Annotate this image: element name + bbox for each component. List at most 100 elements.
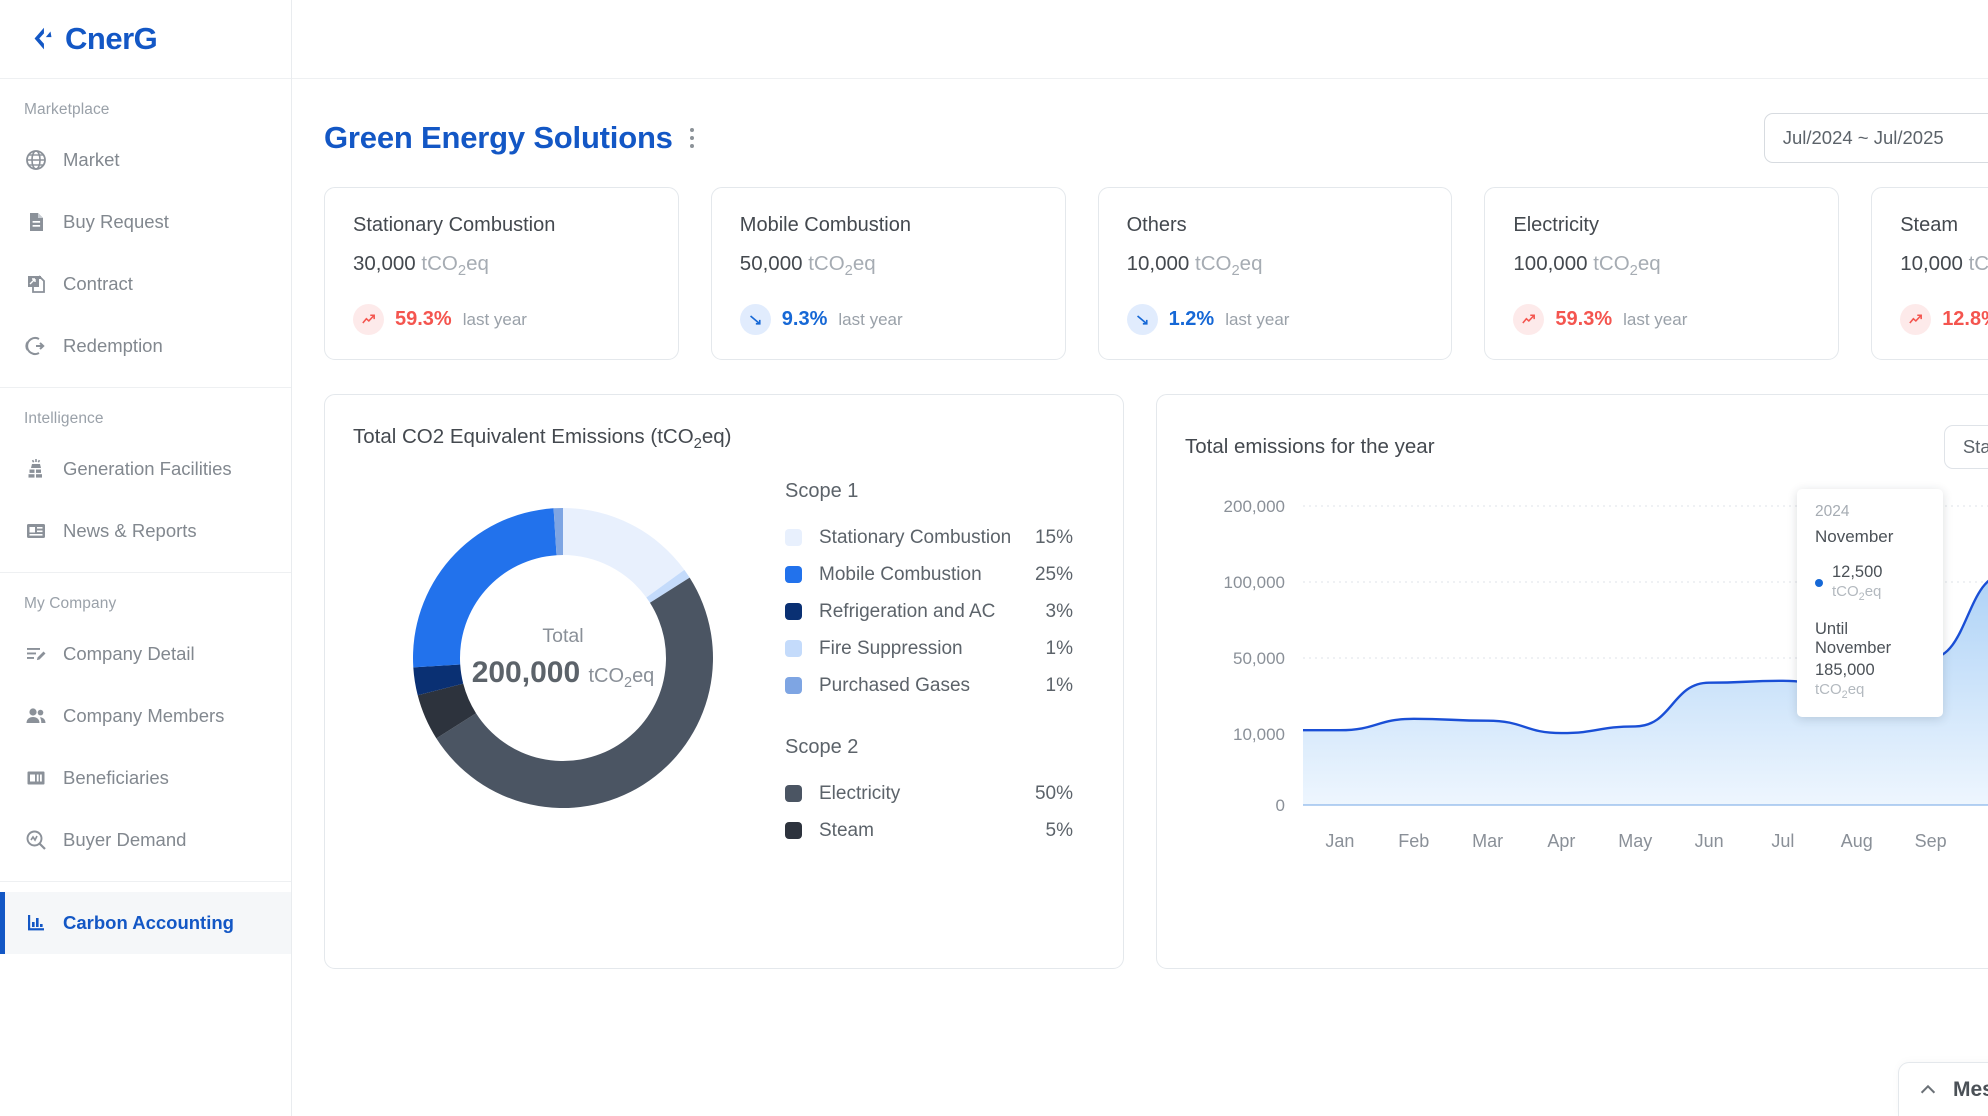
- x-axis-tick-label: Feb: [1398, 831, 1429, 851]
- kpi-delta: 59.3% last year: [1513, 304, 1810, 336]
- legend-swatch: [785, 566, 802, 584]
- kpi-title: Electricity: [1513, 214, 1599, 236]
- legend-value: 25%: [1034, 563, 1073, 585]
- sidebar-item-buy-request[interactable]: Buy Request: [0, 191, 291, 253]
- legend-swatch: [785, 529, 802, 547]
- kpi-unit: tCO2eq: [1195, 252, 1263, 280]
- kpi-card-list: Stationary Combustion 30,000 tCO2eq 59.3…: [324, 187, 1988, 361]
- legend-label: Steam: [819, 819, 874, 841]
- legend-value: 1%: [1045, 637, 1073, 659]
- sidebar-item-generation-facilities[interactable]: Generation Facilities: [0, 438, 291, 500]
- legend-item[interactable]: Stationary Combustion 15%: [785, 519, 1095, 556]
- kpi-delta-note: last year: [1623, 309, 1688, 329]
- kpi-amount: 50,000: [739, 252, 803, 275]
- kpi-title: Steam: [1900, 214, 1958, 236]
- sidebar-item-label: Market: [63, 149, 120, 170]
- kpi-delta: 59.3% last year: [353, 304, 650, 336]
- sidebar-item-news-reports[interactable]: News & Reports: [0, 500, 291, 562]
- donut-center-caption: Total: [542, 624, 584, 647]
- kpi-delta-note: last year: [1225, 309, 1290, 329]
- sidebar-item-label: Buyer Demand: [63, 829, 187, 850]
- document-icon: [30, 213, 43, 231]
- emissions-breakdown-panel: Total CO2 Equivalent Emissions (tCO2eq) …: [324, 394, 1124, 970]
- edit-list-icon: [27, 648, 46, 661]
- brand-logo[interactable]: CnerG: [0, 0, 291, 79]
- legend-swatch: [785, 640, 802, 658]
- x-axis-tick-label: Jun: [1695, 831, 1724, 851]
- demand-search-icon: [26, 830, 46, 850]
- globe-icon: [26, 150, 46, 170]
- kpi-amount: 10,000: [1900, 252, 1963, 275]
- y-axis-tick-label: 0: [1276, 796, 1285, 815]
- messages-dock[interactable]: Messages 14: [1898, 1062, 1988, 1116]
- sidebar-section-marketplace: Marketplace: [24, 101, 110, 118]
- tooltip-year: 2024: [1815, 503, 1850, 521]
- series-dot-icon: [1815, 579, 1823, 588]
- more-vertical-icon[interactable]: [686, 122, 699, 155]
- kpi-card: Steam 10,000 tCO2eq 12.8% last year: [1871, 187, 1988, 361]
- kpi-delta-value: 12.8%: [1942, 308, 1988, 331]
- kpi-amount: 100,000: [1513, 252, 1588, 275]
- kpi-value: 10,000 tCO2eq: [1900, 252, 1988, 279]
- y-axis-tick-label: 200,000: [1224, 497, 1285, 516]
- legend-label: Electricity: [819, 782, 901, 804]
- kpi-card: Stationary Combustion 30,000 tCO2eq 59.3…: [324, 187, 679, 361]
- emission-source-select[interactable]: Stationary Combustion: [1943, 425, 1988, 470]
- panel-title: Total CO2 Equivalent Emissions (tCO2eq): [353, 425, 1095, 452]
- yearly-emissions-panel: Total emissions for the year Stationary …: [1156, 394, 1988, 970]
- legend-item[interactable]: Purchased Gases 1%: [785, 667, 1095, 704]
- panel-title-text: Total CO2 Equivalent Emissions (tCO2eq): [353, 425, 732, 453]
- kpi-value: 30,000 tCO2eq: [353, 252, 650, 279]
- sidebar-item-market[interactable]: Market: [0, 129, 291, 191]
- news-icon: [27, 524, 45, 538]
- page-title: Green Energy Solutions: [324, 120, 673, 155]
- sidebar-item-carbon-accounting[interactable]: Carbon Accounting: [0, 892, 291, 954]
- tooltip-value-row: 12,500 tCO2eq: [1815, 563, 1925, 603]
- sidebar-item-contract[interactable]: Contract: [0, 253, 291, 315]
- legend-item[interactable]: Electricity 50%: [785, 775, 1095, 812]
- page-header: Green Energy Solutions Jul/2024 ~ Jul/20…: [324, 79, 1988, 183]
- legend-item[interactable]: Steam 5%: [785, 812, 1095, 849]
- main-area: 82 M Green Energy Solutions Jul/2024 ~ J…: [292, 0, 1988, 1116]
- legend-label: Refrigeration and AC: [819, 600, 996, 622]
- chevron-up-icon[interactable]: [1917, 1079, 1939, 1101]
- kpi-amount: 30,000: [353, 252, 416, 275]
- legend-item[interactable]: Mobile Combustion 25%: [785, 556, 1095, 593]
- area-chart: 0 10,000 50,000 100,000 200,000 Jan Feb Mar Apr M…: [1185, 475, 1988, 910]
- legend-group-scope2: Scope 2: [785, 736, 859, 759]
- legend-item[interactable]: Fire Suppression 1%: [785, 630, 1095, 667]
- kpi-title: Mobile Combustion: [739, 214, 911, 236]
- kpi-value: 10,000 tCO2eq: [1127, 252, 1424, 279]
- y-axis-tick-label: 50,000: [1233, 649, 1285, 668]
- sidebar-item-label: Generation Facilities: [63, 458, 232, 479]
- sidebar-item-beneficiaries[interactable]: Beneficiaries: [0, 747, 291, 809]
- donut-center-label: Total 200,000 tCO2eq: [353, 625, 773, 691]
- date-range-value: Jul/2024 ~ Jul/2025: [1782, 127, 1944, 148]
- sidebar: CnerG Marketplace Market Buy Request Con…: [0, 0, 292, 1116]
- legend-item[interactable]: Refrigeration and AC 3%: [785, 593, 1095, 630]
- kpi-card: Others 10,000 tCO2eq 1.2% last year: [1097, 187, 1453, 361]
- donut-legend: Scope 1 Stationary Combustion 15% Mobile C…: [773, 466, 1095, 849]
- kpi-delta-value: 59.3%: [395, 308, 452, 331]
- legend-label: Mobile Combustion: [819, 563, 982, 585]
- donut-slice: [436, 577, 713, 808]
- emission-source-value: Stationary Combustion: [1962, 436, 1988, 458]
- sidebar-item-buyer-demand[interactable]: Buyer Demand: [0, 809, 291, 871]
- kpi-unit: tCO2eq: [1968, 252, 1988, 275]
- x-axis-tick-label: Aug: [1841, 831, 1873, 851]
- sidebar-item-company-members[interactable]: Company Members: [0, 685, 291, 747]
- donut-and-legend: Total 200,000 tCO2eq Scope 1 Stationary …: [353, 466, 1095, 849]
- legend-value: 1%: [1045, 674, 1073, 696]
- kpi-unit: tCO2eq: [421, 252, 489, 280]
- sidebar-item-redemption[interactable]: Redemption: [0, 315, 291, 377]
- donut-center-unit: tCO2eq: [588, 664, 655, 691]
- sidebar-item-company-detail[interactable]: Company Detail: [0, 623, 291, 685]
- top-bar: 82 M: [292, 0, 1988, 79]
- sidebar-item-label: Redemption: [63, 335, 163, 356]
- y-axis-tick-label: 100,000: [1224, 573, 1285, 592]
- legend-value: 50%: [1034, 782, 1073, 804]
- x-axis-tick-label: Jan: [1325, 831, 1354, 851]
- sidebar-item-label: Company Detail: [63, 643, 195, 664]
- legend-value: 15%: [1034, 526, 1073, 548]
- date-range-picker[interactable]: Jul/2024 ~ Jul/2025: [1763, 113, 1988, 163]
